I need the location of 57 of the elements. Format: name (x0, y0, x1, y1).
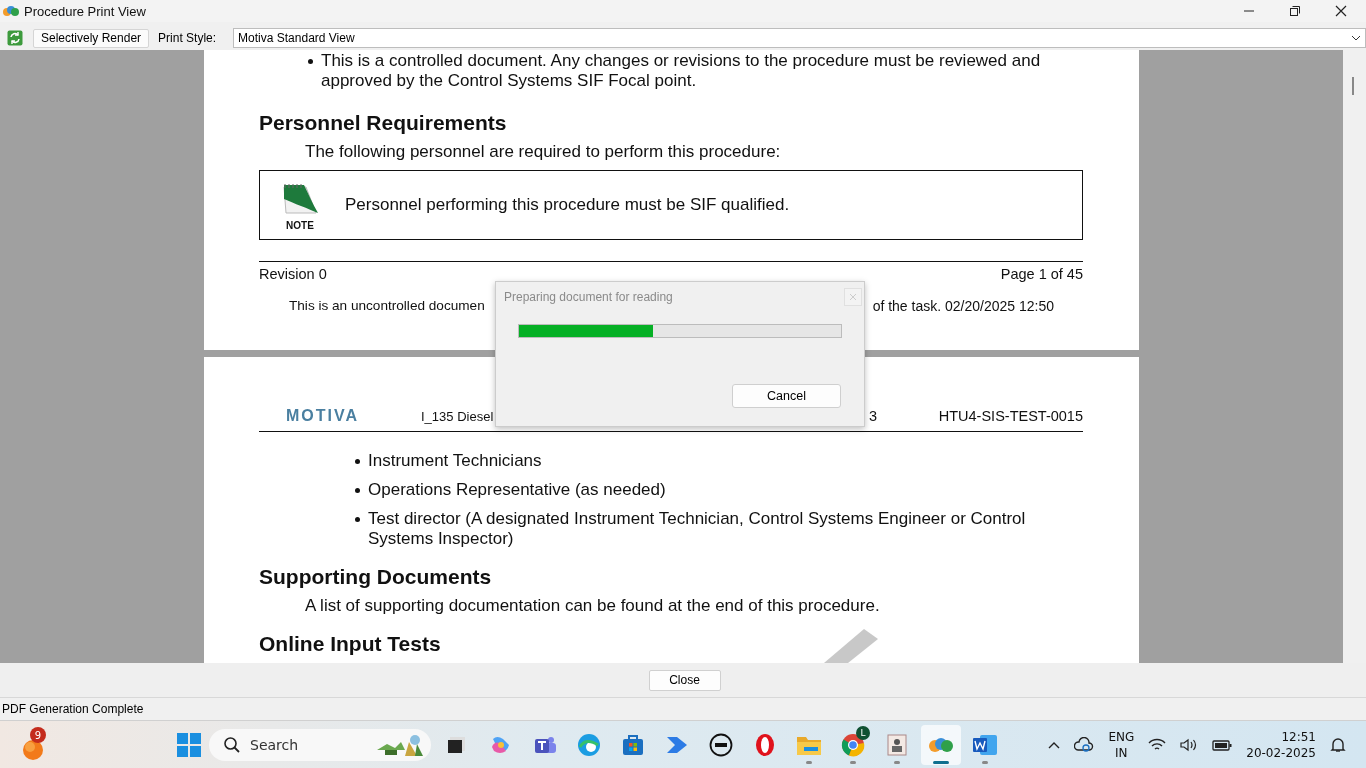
account-badge: L (856, 725, 870, 740)
section-heading: Online Input Tests (259, 631, 441, 657)
maximize-icon[interactable] (1289, 5, 1301, 17)
ring-icon (753, 732, 777, 757)
revision-text: Revision 0 (259, 266, 327, 282)
notification-badge: 9 (30, 727, 46, 743)
browser-icon (577, 732, 601, 757)
close-button[interactable]: Close (648, 669, 721, 691)
window-title: Procedure Print View (24, 3, 146, 19)
document-icon (972, 732, 998, 757)
app-icon (3, 5, 19, 17)
chevron-down-icon (1351, 35, 1361, 41)
id-badge-icon (885, 732, 909, 757)
document-title: I_135 Diesel (421, 408, 495, 424)
logo: MOTIVA (286, 407, 361, 425)
selectively-render-button[interactable]: Selectively Render (33, 28, 150, 48)
cloud-sync-icon[interactable] (1074, 736, 1095, 753)
cancel-button[interactable]: Cancel (732, 384, 841, 408)
notification-bell-icon[interactable] (1330, 736, 1346, 753)
close-icon[interactable] (1335, 5, 1347, 17)
wifi-icon[interactable] (1148, 737, 1167, 752)
document-number: HTU4-SIS-TEST-0015 (938, 408, 1083, 424)
close-icon (849, 293, 857, 301)
windows-start-icon[interactable] (177, 732, 201, 757)
paragraph: A list of supporting documentation can be found at the end of this procedure. (305, 596, 881, 616)
bullet-icon (308, 59, 313, 64)
paragraph: The following personnel are required to perform this procedure: (305, 142, 782, 162)
section-heading: Personnel Requirements (259, 110, 507, 136)
taskbar-app[interactable]: L (833, 724, 873, 765)
search-icon (223, 735, 241, 754)
bullet-text: Operations Representative (as needed) (368, 480, 666, 500)
bullet-icon (355, 517, 360, 522)
language-indicator[interactable]: ENG IN (1108, 728, 1135, 761)
refresh-icon[interactable] (7, 30, 23, 46)
section-heading: Supporting Documents (259, 564, 492, 590)
notice-text: of the task. 02/20/2025 12:50 (872, 298, 1054, 314)
bullet-text: This is a controlled document. Any changes or revisions to the procedure must be reviewed and approved by the Control Systems SIF Focal point. (321, 51, 1042, 91)
dialog-title: Preparing document for reading (504, 290, 673, 304)
bullet-text: Test director (A designated Instrument Technician, Control Systems Engineer or Control Systems Inspector) (368, 509, 1027, 549)
page-number: Page 1 of 45 (1000, 266, 1083, 282)
bullet-text: Instrument Technicians (368, 451, 542, 471)
notice-text: This is an uncontrolled documen (289, 298, 485, 314)
search-field[interactable]: Search (209, 728, 431, 761)
print-style-label: Print Style: (158, 31, 217, 45)
bullet-icon (355, 488, 360, 493)
speaker-icon[interactable] (1180, 737, 1199, 752)
clock[interactable]: 12:51 20-02-2025 (1246, 728, 1316, 761)
print-style-dropdown[interactable]: Motiva Standard View (233, 28, 1366, 48)
store-bag-icon (621, 732, 645, 757)
status-text: PDF Generation Complete (2, 702, 144, 716)
note-label: NOTE (286, 220, 314, 231)
circle-logo-icon (709, 732, 733, 757)
note-text: Personnel performing this procedure must be SIF qualified. (345, 195, 790, 215)
chevron-up-icon[interactable] (1048, 740, 1061, 749)
battery-icon[interactable] (1212, 737, 1233, 752)
document-title: 3 (869, 408, 879, 424)
bullet-icon (355, 459, 360, 464)
